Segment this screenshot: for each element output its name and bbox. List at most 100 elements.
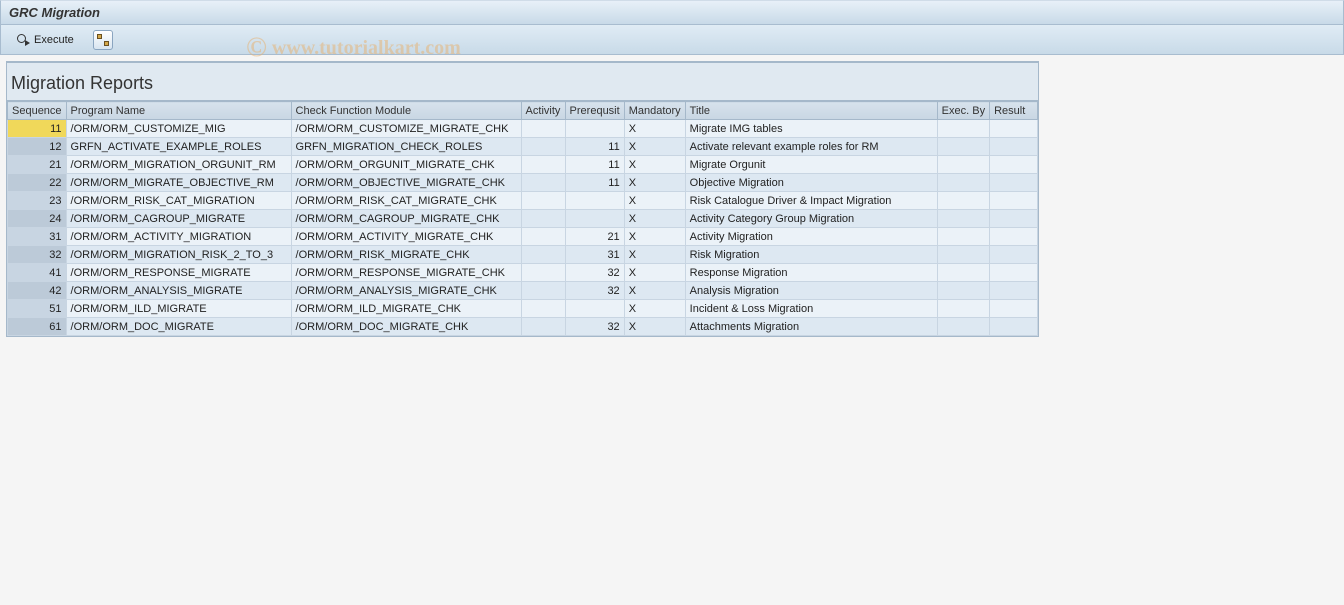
table-row[interactable]: 23/ORM/ORM_RISK_CAT_MIGRATION/ORM/ORM_RI… [8,192,1038,210]
cell-activity[interactable] [521,228,565,246]
cell-title[interactable]: Objective Migration [685,174,937,192]
cell-check[interactable]: /ORM/ORM_RESPONSE_MIGRATE_CHK [291,264,521,282]
layout-variant-button[interactable] [93,30,113,50]
cell-exec_by[interactable] [937,138,989,156]
cell-check[interactable]: /ORM/ORM_ILD_MIGRATE_CHK [291,300,521,318]
cell-result[interactable] [990,192,1038,210]
cell-mandatory[interactable]: X [624,246,685,264]
col-program-name[interactable]: Program Name [66,102,291,120]
cell-seq[interactable]: 61 [8,318,67,336]
cell-seq[interactable]: 51 [8,300,67,318]
cell-seq[interactable]: 42 [8,282,67,300]
cell-exec_by[interactable] [937,192,989,210]
cell-title[interactable]: Activity Migration [685,228,937,246]
cell-activity[interactable] [521,246,565,264]
cell-title[interactable]: Response Migration [685,264,937,282]
table-row[interactable]: 61/ORM/ORM_DOC_MIGRATE/ORM/ORM_DOC_MIGRA… [8,318,1038,336]
col-sequence[interactable]: Sequence [8,102,67,120]
cell-seq[interactable]: 11 [8,120,67,138]
cell-seq[interactable]: 32 [8,246,67,264]
cell-title[interactable]: Migrate IMG tables [685,120,937,138]
col-mandatory[interactable]: Mandatory [624,102,685,120]
cell-mandatory[interactable]: X [624,120,685,138]
cell-mandatory[interactable]: X [624,138,685,156]
cell-prereq[interactable]: 21 [565,228,624,246]
table-row[interactable]: 11/ORM/ORM_CUSTOMIZE_MIG/ORM/ORM_CUSTOMI… [8,120,1038,138]
cell-check[interactable]: /ORM/ORM_CAGROUP_MIGRATE_CHK [291,210,521,228]
table-row[interactable]: 12GRFN_ACTIVATE_EXAMPLE_ROLESGRFN_MIGRAT… [8,138,1038,156]
cell-result[interactable] [990,210,1038,228]
cell-result[interactable] [990,300,1038,318]
cell-prereq[interactable]: 32 [565,282,624,300]
cell-check[interactable]: /ORM/ORM_OBJECTIVE_MIGRATE_CHK [291,174,521,192]
cell-result[interactable] [990,318,1038,336]
cell-check[interactable]: /ORM/ORM_DOC_MIGRATE_CHK [291,318,521,336]
cell-result[interactable] [990,228,1038,246]
cell-prog[interactable]: /ORM/ORM_MIGRATION_RISK_2_TO_3 [66,246,291,264]
cell-prereq[interactable]: 11 [565,138,624,156]
table-header-row[interactable]: Sequence Program Name Check Function Mod… [8,102,1038,120]
cell-exec_by[interactable] [937,264,989,282]
cell-mandatory[interactable]: X [624,210,685,228]
cell-activity[interactable] [521,300,565,318]
cell-prereq[interactable]: 32 [565,264,624,282]
col-result[interactable]: Result [990,102,1038,120]
cell-mandatory[interactable]: X [624,174,685,192]
cell-title[interactable]: Activity Category Group Migration [685,210,937,228]
cell-prog[interactable]: /ORM/ORM_ACTIVITY_MIGRATION [66,228,291,246]
cell-activity[interactable] [521,318,565,336]
cell-check[interactable]: /ORM/ORM_RISK_CAT_MIGRATE_CHK [291,192,521,210]
cell-mandatory[interactable]: X [624,300,685,318]
cell-title[interactable]: Analysis Migration [685,282,937,300]
cell-exec_by[interactable] [937,318,989,336]
cell-result[interactable] [990,156,1038,174]
cell-seq[interactable]: 12 [8,138,67,156]
cell-check[interactable]: /ORM/ORM_ORGUNIT_MIGRATE_CHK [291,156,521,174]
col-title[interactable]: Title [685,102,937,120]
cell-exec_by[interactable] [937,282,989,300]
col-exec-by[interactable]: Exec. By [937,102,989,120]
table-row[interactable]: 32/ORM/ORM_MIGRATION_RISK_2_TO_3/ORM/ORM… [8,246,1038,264]
cell-activity[interactable] [521,138,565,156]
cell-prereq[interactable] [565,300,624,318]
cell-check[interactable]: GRFN_MIGRATION_CHECK_ROLES [291,138,521,156]
cell-check[interactable]: /ORM/ORM_RISK_MIGRATE_CHK [291,246,521,264]
cell-prog[interactable]: /ORM/ORM_ILD_MIGRATE [66,300,291,318]
cell-result[interactable] [990,246,1038,264]
cell-prereq[interactable]: 11 [565,174,624,192]
cell-title[interactable]: Risk Catalogue Driver & Impact Migration [685,192,937,210]
table-row[interactable]: 51/ORM/ORM_ILD_MIGRATE/ORM/ORM_ILD_MIGRA… [8,300,1038,318]
table-row[interactable]: 21/ORM/ORM_MIGRATION_ORGUNIT_RM/ORM/ORM_… [8,156,1038,174]
cell-prereq[interactable]: 32 [565,318,624,336]
cell-title[interactable]: Activate relevant example roles for RM [685,138,937,156]
cell-prog[interactable]: /ORM/ORM_DOC_MIGRATE [66,318,291,336]
cell-mandatory[interactable]: X [624,264,685,282]
table-row[interactable]: 24/ORM/ORM_CAGROUP_MIGRATE/ORM/ORM_CAGRO… [8,210,1038,228]
cell-check[interactable]: /ORM/ORM_CUSTOMIZE_MIGRATE_CHK [291,120,521,138]
col-activity[interactable]: Activity [521,102,565,120]
cell-mandatory[interactable]: X [624,156,685,174]
cell-prereq[interactable] [565,120,624,138]
cell-seq[interactable]: 24 [8,210,67,228]
cell-prereq[interactable]: 11 [565,156,624,174]
cell-result[interactable] [990,174,1038,192]
cell-prog[interactable]: /ORM/ORM_RISK_CAT_MIGRATION [66,192,291,210]
col-check-function[interactable]: Check Function Module [291,102,521,120]
execute-button[interactable]: Execute [9,30,81,50]
cell-result[interactable] [990,120,1038,138]
cell-seq[interactable]: 23 [8,192,67,210]
cell-seq[interactable]: 41 [8,264,67,282]
cell-seq[interactable]: 31 [8,228,67,246]
cell-activity[interactable] [521,120,565,138]
cell-activity[interactable] [521,174,565,192]
cell-activity[interactable] [521,210,565,228]
cell-exec_by[interactable] [937,120,989,138]
table-row[interactable]: 22/ORM/ORM_MIGRATE_OBJECTIVE_RM/ORM/ORM_… [8,174,1038,192]
cell-prog[interactable]: /ORM/ORM_RESPONSE_MIGRATE [66,264,291,282]
cell-prog[interactable]: /ORM/ORM_CAGROUP_MIGRATE [66,210,291,228]
cell-mandatory[interactable]: X [624,228,685,246]
cell-exec_by[interactable] [937,174,989,192]
cell-prog[interactable]: /ORM/ORM_MIGRATION_ORGUNIT_RM [66,156,291,174]
cell-prog[interactable]: /ORM/ORM_ANALYSIS_MIGRATE [66,282,291,300]
cell-prereq[interactable] [565,210,624,228]
